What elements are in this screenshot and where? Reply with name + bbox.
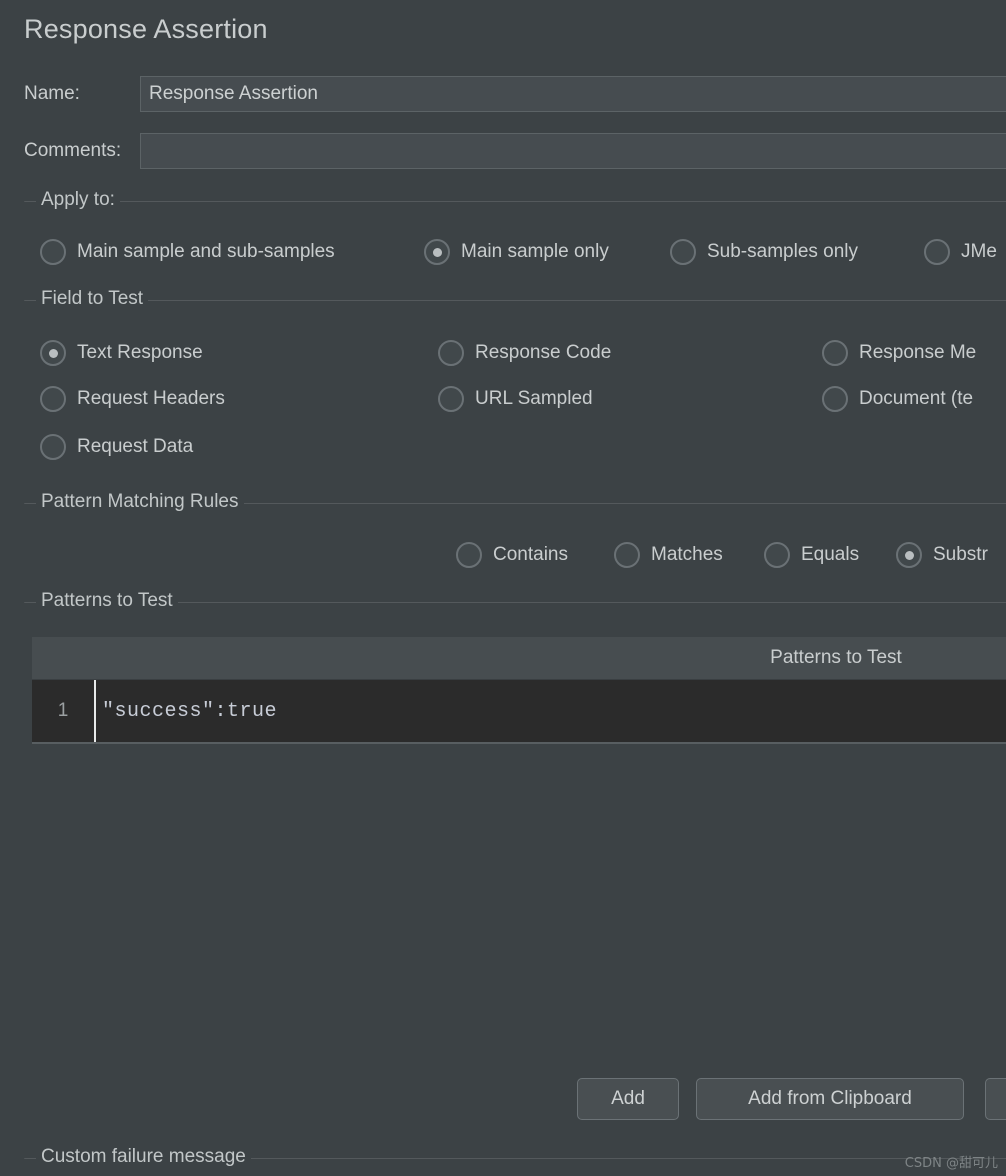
radio-label: Response Code (475, 342, 612, 363)
radio-circle-icon (924, 239, 950, 265)
custom-failure-message-group: Custom failure message (24, 1146, 1006, 1176)
radio-apply-main-and-sub[interactable]: Main sample and sub-samples (40, 239, 335, 265)
radio-field-document-text[interactable]: Document (te (822, 386, 973, 412)
radio-circle-selected-icon (896, 542, 922, 568)
radio-label: URL Sampled (475, 388, 593, 409)
radio-circle-selected-icon (40, 340, 66, 366)
radio-field-text-response[interactable]: Text Response (40, 340, 203, 366)
radio-label: Response Me (859, 342, 977, 363)
patterns-table-column-header: Patterns to Test (770, 647, 902, 668)
radio-label: JMe (961, 241, 997, 262)
radio-rule-equals[interactable]: Equals (764, 542, 859, 568)
field-to-test-group-title: Field to Test (36, 288, 149, 310)
radio-field-response-message[interactable]: Response Me (822, 340, 976, 366)
radio-apply-main-only[interactable]: Main sample only (424, 239, 609, 265)
comments-input[interactable] (140, 133, 1006, 169)
radio-circle-icon (456, 542, 482, 568)
radio-label: Sub-samples only (707, 241, 859, 262)
radio-apply-sub-only[interactable]: Sub-samples only (670, 239, 858, 265)
radio-label: Document (te (859, 388, 974, 409)
pattern-cell-editor[interactable]: "success":true (94, 680, 1006, 742)
apply-to-group-title: Apply to: (36, 189, 120, 211)
radio-field-response-code[interactable]: Response Code (438, 340, 611, 366)
radio-label: Request Data (77, 436, 194, 457)
radio-label: Main sample and sub-samples (77, 241, 335, 262)
name-label: Name: (24, 83, 80, 104)
table-row-number: 1 (32, 680, 94, 742)
patterns-table: Patterns to Test 1 "success":true (32, 637, 1006, 744)
patterns-table-header[interactable]: Patterns to Test (32, 637, 1006, 680)
radio-rule-contains[interactable]: Contains (456, 542, 568, 568)
radio-circle-icon (822, 340, 848, 366)
radio-label: Matches (651, 544, 723, 565)
table-bottom-divider (32, 742, 1006, 744)
radio-label: Substr (933, 544, 988, 565)
page-title: Response Assertion (24, 14, 268, 44)
comments-label: Comments: (24, 140, 122, 161)
radio-label: Text Response (77, 342, 203, 363)
radio-field-request-headers[interactable]: Request Headers (40, 386, 225, 412)
radio-label: Equals (801, 544, 860, 565)
watermark: CSDN @甜可儿 (904, 1156, 998, 1171)
response-assertion-panel: Response Assertion Name: Comments: Apply… (0, 0, 1006, 1176)
patterns-to-test-group-title: Patterns to Test (36, 590, 178, 612)
radio-rule-substring[interactable]: Substr (896, 542, 988, 568)
name-input[interactable] (140, 76, 1006, 112)
radio-label: Request Headers (77, 388, 225, 409)
radio-label: Contains (493, 544, 568, 565)
radio-field-request-data[interactable]: Request Data (40, 434, 193, 460)
radio-label: Main sample only (461, 241, 609, 262)
third-button[interactable] (985, 1078, 1006, 1120)
pattern-matching-rules-group-title: Pattern Matching Rules (36, 491, 244, 513)
table-row[interactable]: 1 "success":true (32, 680, 1006, 742)
radio-field-url-sampled[interactable]: URL Sampled (438, 386, 593, 412)
radio-circle-icon (670, 239, 696, 265)
comments-row: Comments: (0, 133, 1006, 169)
radio-circle-icon (438, 386, 464, 412)
add-button[interactable]: Add (577, 1078, 679, 1120)
radio-circle-icon (438, 340, 464, 366)
radio-rule-matches[interactable]: Matches (614, 542, 723, 568)
radio-circle-icon (40, 239, 66, 265)
radio-circle-icon (614, 542, 640, 568)
radio-circle-icon (822, 386, 848, 412)
radio-apply-jmeter-variable[interactable]: JMe (924, 239, 997, 265)
radio-circle-selected-icon (424, 239, 450, 265)
radio-circle-icon (40, 386, 66, 412)
radio-circle-icon (764, 542, 790, 568)
name-row: Name: (0, 76, 1006, 112)
custom-failure-message-group-title: Custom failure message (36, 1146, 251, 1168)
add-from-clipboard-button[interactable]: Add from Clipboard (696, 1078, 964, 1120)
radio-circle-icon (40, 434, 66, 460)
